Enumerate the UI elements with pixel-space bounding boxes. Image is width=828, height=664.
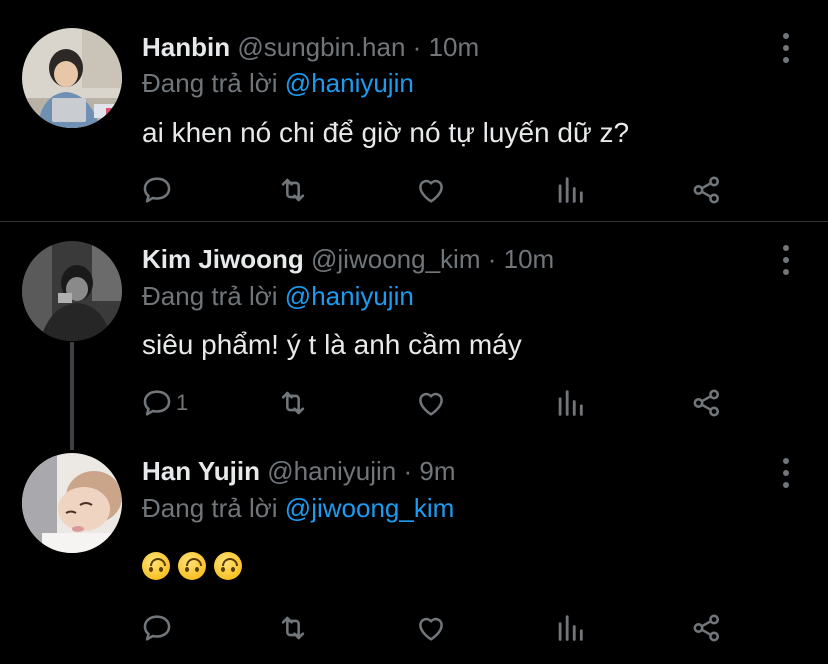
retweet-button[interactable]	[276, 608, 310, 648]
stats-button[interactable]	[553, 383, 587, 423]
author-handle[interactable]: @sungbin.han	[237, 32, 405, 62]
timestamp[interactable]: 10m	[504, 244, 555, 274]
avatar[interactable]	[22, 28, 122, 128]
tweet-text	[142, 548, 250, 580]
share-button[interactable]	[690, 383, 724, 423]
reply-prefix: Đang trả lời	[142, 493, 278, 523]
upside-down-face-emoji	[142, 551, 170, 580]
upside-down-face-emoji	[214, 551, 242, 580]
retweet-icon	[281, 616, 305, 640]
author-name[interactable]: Hanbin	[142, 32, 230, 62]
reply-prefix: Đang trả lời	[142, 281, 278, 311]
timestamp[interactable]: 9m	[419, 456, 455, 486]
stats-icon	[558, 615, 583, 641]
like-button[interactable]	[414, 170, 448, 210]
author-name[interactable]: Han Yujin	[142, 456, 260, 486]
retweet-button[interactable]	[276, 383, 310, 423]
upside-down-face-emoji	[178, 551, 206, 580]
reply-prefix: Đang trả lời	[142, 68, 278, 98]
replying-to: Đang trả lời @haniyujin	[142, 68, 414, 99]
more-options-icon[interactable]	[772, 458, 800, 488]
stats-button[interactable]	[553, 608, 587, 648]
share-button[interactable]	[690, 608, 724, 648]
reply-count: 1	[176, 390, 189, 415]
share-icon	[693, 176, 720, 204]
reply-icon	[143, 177, 171, 203]
tweet-text: ai khen nó chi để giờ nó tự luyến dữ z?	[142, 117, 630, 148]
more-options-icon[interactable]	[772, 33, 800, 63]
tweet-actions: 1	[0, 383, 828, 423]
stats-icon	[558, 390, 583, 416]
reply-mention-link[interactable]: @jiwoong_kim	[285, 493, 454, 523]
retweet-button[interactable]	[276, 170, 310, 210]
tweet-text: siêu phẩm! ý t là anh cầm máy	[142, 329, 522, 360]
tweet-1[interactable]: Hanbin @sungbin.han · 10m Đang trả lời @…	[0, 0, 828, 222]
reply-button[interactable]	[140, 608, 176, 648]
like-button[interactable]	[414, 383, 448, 423]
avatar[interactable]	[22, 241, 122, 341]
reply-button[interactable]	[140, 170, 176, 210]
stats-button[interactable]	[553, 170, 587, 210]
stats-icon	[558, 177, 583, 203]
reply-icon	[143, 615, 171, 641]
separator-dot: ·	[403, 456, 413, 486]
tweet-3[interactable]: Han Yujin @haniyujin · 9m Đang trả lời @…	[0, 436, 828, 664]
replying-to: Đang trả lời @haniyujin	[142, 281, 414, 312]
reply-button[interactable]: 1	[140, 383, 188, 423]
author-name[interactable]: Kim Jiwoong	[142, 244, 304, 274]
like-button[interactable]	[414, 608, 448, 648]
share-button[interactable]	[690, 170, 724, 210]
like-icon	[419, 392, 443, 416]
reply-mention-link[interactable]: @haniyujin	[285, 68, 414, 98]
more-options-icon[interactable]	[772, 245, 800, 275]
reply-mention-link[interactable]: @haniyujin	[285, 281, 414, 311]
replying-to: Đang trả lời @jiwoong_kim	[142, 493, 454, 524]
tweet-actions	[0, 170, 828, 210]
separator-dot: ·	[412, 32, 422, 62]
tweet-2[interactable]: Kim Jiwoong @jiwoong_kim · 10m Đang trả …	[0, 223, 828, 436]
retweet-icon	[281, 391, 305, 415]
timestamp[interactable]: 10m	[429, 32, 480, 62]
tweet-actions	[0, 608, 828, 648]
share-icon	[693, 614, 720, 642]
share-icon	[693, 389, 720, 417]
author-handle[interactable]: @haniyujin	[267, 456, 396, 486]
like-icon	[419, 179, 443, 203]
separator-dot: ·	[487, 244, 497, 274]
like-icon	[419, 617, 443, 641]
author-handle[interactable]: @jiwoong_kim	[311, 244, 480, 274]
retweet-icon	[281, 178, 305, 202]
avatar[interactable]	[22, 453, 122, 553]
reply-icon	[143, 390, 171, 416]
